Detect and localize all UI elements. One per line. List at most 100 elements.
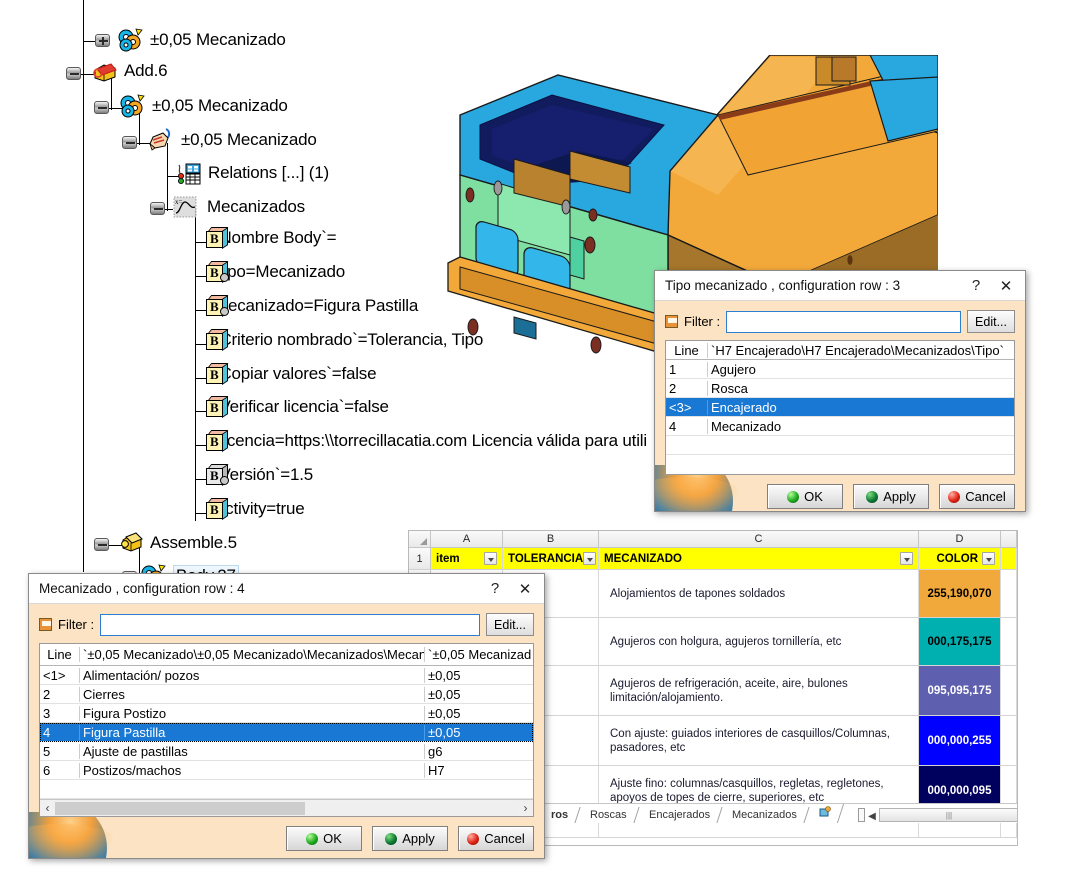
- tree-node[interactable]: `Copiar valores`=false: [206, 362, 377, 386]
- column-header-d[interactable]: D: [919, 531, 1001, 547]
- cell-color[interactable]: 095,095,175: [919, 666, 1001, 715]
- cell-mecanizado[interactable]: Agujeros con holgura, agujeros torniller…: [599, 618, 919, 665]
- apply-button[interactable]: Apply: [372, 826, 448, 851]
- tree-node[interactable]: `Verificar licencia`=false: [206, 395, 389, 419]
- filter-dropdown-icon[interactable]: [982, 552, 995, 565]
- sheet-tab-roscas[interactable]: Roscas: [575, 807, 640, 823]
- cell-color[interactable]: 255,190,070: [919, 570, 1001, 617]
- tree-collapse-knob[interactable]: [66, 67, 81, 80]
- excel-horizontal-scrollbar[interactable]: |||: [879, 808, 1017, 822]
- close-icon[interactable]: ✕: [991, 273, 1021, 299]
- grid-cell-tolerance: ±0,05: [428, 686, 461, 702]
- scroll-track[interactable]: [55, 801, 518, 815]
- edit-button[interactable]: Edit...: [486, 613, 534, 636]
- mecanizado-dialog[interactable]: Mecanizado , configuration row : 4 ? ✕ F…: [28, 573, 545, 859]
- cancel-button[interactable]: Cancel: [939, 484, 1015, 509]
- filter-dropdown-icon[interactable]: [900, 552, 913, 565]
- grid-row[interactable]: 3 Figura Postizo ±0,05: [40, 704, 533, 723]
- select-all-corner[interactable]: [409, 531, 431, 547]
- filter-input[interactable]: [726, 310, 962, 333]
- filter-dropdown-icon[interactable]: [484, 552, 497, 565]
- tree-node[interactable]: Relations [...] (1): [176, 162, 329, 185]
- apply-button[interactable]: Apply: [853, 484, 929, 509]
- cell-color[interactable]: 000,175,175: [919, 618, 1001, 665]
- tree-node[interactable]: Add.6: [91, 60, 168, 82]
- filter-dropdown-icon[interactable]: [583, 552, 597, 565]
- cell-mecanizado[interactable]: Alojamientos de tapones soldados: [599, 570, 919, 617]
- grid-horizontal-scrollbar[interactable]: ‹ ›: [40, 799, 533, 816]
- grid-row[interactable]: 5 Ajuste de pastillas g6: [40, 742, 533, 761]
- new-sheet-icon[interactable]: [803, 804, 844, 823]
- grid-row[interactable]: 4 Mecanizado: [666, 417, 1014, 436]
- cell-mecanizado[interactable]: Agujeros de refrigeración, aceite, aire,…: [599, 666, 919, 715]
- cancel-button[interactable]: Cancel: [458, 826, 534, 851]
- close-icon[interactable]: ✕: [510, 576, 540, 602]
- grid-row[interactable]: 2 Cierres ±0,05: [40, 685, 533, 704]
- column-header-b[interactable]: B: [503, 531, 599, 547]
- grid-cell-tolerance: ±0,05: [428, 667, 461, 683]
- header-text: COLOR: [936, 552, 978, 565]
- tree-node[interactable]: ±0,05 Mecanizado: [119, 94, 288, 118]
- column-header-e[interactable]: [1001, 531, 1017, 547]
- grid-row[interactable]: 2 Rosca: [666, 379, 1014, 398]
- edit-button[interactable]: Edit...: [967, 310, 1015, 333]
- tree-node[interactable]: `Versión`=1.5: [206, 463, 313, 487]
- row-number[interactable]: 1: [409, 548, 431, 569]
- filter-checkbox[interactable]: [665, 315, 678, 328]
- tree-node[interactable]: x= Mecanizados: [171, 196, 305, 218]
- tipo-mecanizado-dialog[interactable]: Tipo mecanizado , configuration row : 3 …: [654, 270, 1026, 512]
- tree-node[interactable]: Tipo=Mecanizado: [206, 260, 345, 284]
- apply-orb-icon: [385, 832, 398, 845]
- sheet-tab-encajerados[interactable]: Encajerados: [634, 807, 723, 823]
- scroll-left-arrow[interactable]: ‹: [40, 801, 55, 815]
- tree-expand-knob[interactable]: [95, 34, 110, 47]
- scroll-right-arrow[interactable]: ›: [518, 801, 533, 815]
- help-button[interactable]: ?: [961, 273, 991, 299]
- filter-checkbox[interactable]: [39, 618, 52, 631]
- configuration-grid[interactable]: Line `H7 Encajerado\H7 Encajerado\Mecani…: [665, 340, 1015, 475]
- tree-node[interactable]: ±0,05 Mecanizado: [117, 28, 286, 52]
- tree-node[interactable]: `Nombre Body`=: [206, 226, 337, 250]
- grid-row-selected[interactable]: <3> Encajerado: [666, 398, 1014, 417]
- grid-cell-tolerance: ±0,05: [428, 724, 461, 740]
- tree-node[interactable]: ±0,05 Mecanizado: [147, 128, 317, 152]
- column-header-c[interactable]: C: [599, 531, 919, 547]
- ok-button[interactable]: OK: [286, 826, 362, 851]
- filter-input[interactable]: [100, 613, 481, 636]
- scroll-thumb[interactable]: [55, 801, 306, 815]
- tree-trunk-line: [83, 0, 84, 72]
- cell-color[interactable]: 000,000,255: [919, 716, 1001, 765]
- grid-cell-line: 6: [40, 762, 80, 778]
- tree-node[interactable]: Mecanizado=Figura Pastilla: [206, 294, 418, 318]
- header-cell-mecanizado[interactable]: MECANIZADO: [599, 548, 919, 569]
- dialog-title-bar[interactable]: Tipo mecanizado , configuration row : 3 …: [655, 271, 1025, 301]
- grid-row-selected[interactable]: 4 Figura Pastilla ±0,05: [40, 723, 533, 742]
- cell-text: Con ajuste: guiados interiores de casqui…: [610, 727, 890, 754]
- tree-node[interactable]: Assemble.5: [119, 531, 237, 555]
- grid-row[interactable]: [666, 455, 1014, 474]
- configuration-grid[interactable]: Line `±0,05 Mecanizado\±0,05 Mecanizado\…: [39, 643, 534, 817]
- header-cell-color[interactable]: COLOR: [919, 548, 1001, 569]
- grid-row[interactable]: [666, 436, 1014, 455]
- sheet-tab-mecanizados[interactable]: Mecanizados: [717, 807, 810, 823]
- cell-mecanizado[interactable]: Con ajuste: guiados interiores de casqui…: [599, 716, 919, 765]
- ok-button[interactable]: OK: [767, 484, 843, 509]
- help-button[interactable]: ?: [480, 576, 510, 602]
- column-header-a[interactable]: A: [431, 531, 503, 547]
- grid-row[interactable]: 6 Postizos/machos H7: [40, 761, 533, 780]
- tree-collapse-knob[interactable]: [94, 101, 109, 114]
- tree-collapse-knob[interactable]: [150, 202, 165, 215]
- header-cell-tolerancia[interactable]: TOLERANCIA: [503, 548, 599, 569]
- dialog-title-bar[interactable]: Mecanizado , configuration row : 4 ? ✕: [29, 574, 544, 604]
- grid-row[interactable]: <1> Alimentación/ pozos ±0,05: [40, 666, 533, 685]
- grid-row[interactable]: [40, 780, 533, 799]
- grid-row[interactable]: 1 Agujero: [666, 360, 1014, 379]
- tree-collapse-knob[interactable]: [94, 538, 109, 551]
- header-cell-item[interactable]: item: [431, 548, 503, 569]
- dialog-title: Mecanizado , configuration row : 4: [39, 581, 245, 596]
- grid-cell-value: Encajerado: [711, 399, 777, 415]
- hscroll-left-arrow[interactable]: ◀: [865, 811, 879, 822]
- ok-label: OK: [323, 831, 342, 846]
- tree-collapse-knob[interactable]: [122, 136, 137, 149]
- tree-node[interactable]: Activity=true: [206, 497, 305, 521]
